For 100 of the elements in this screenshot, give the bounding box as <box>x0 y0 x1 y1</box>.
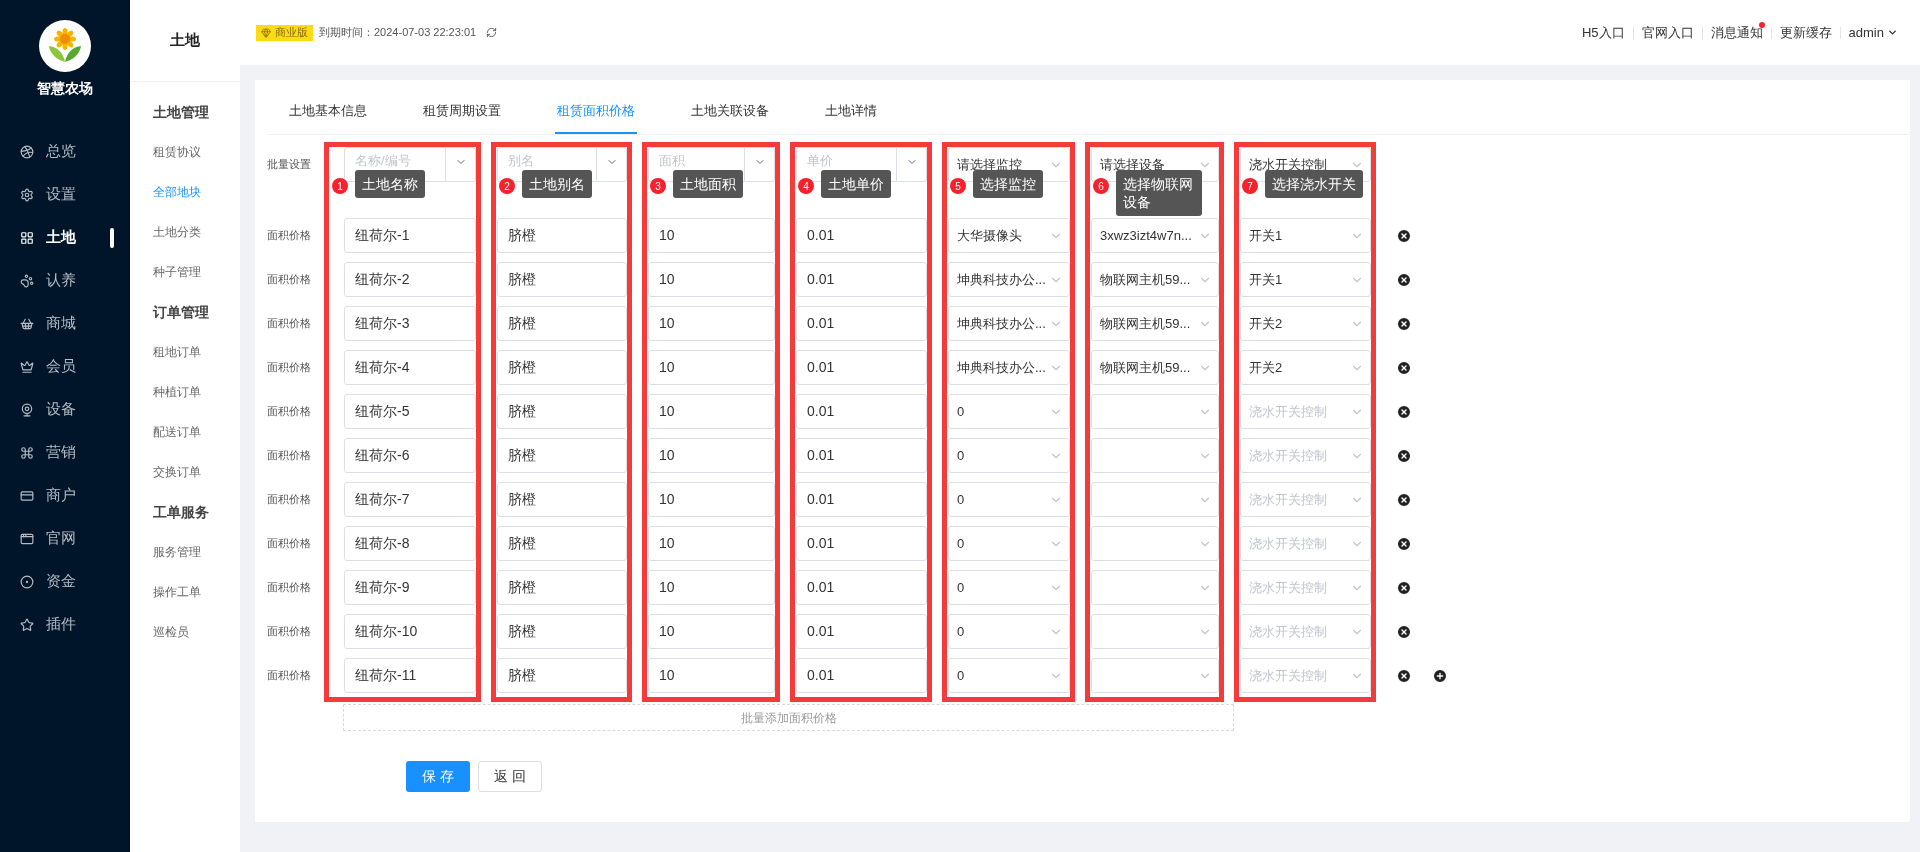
text-field[interactable]: 10 <box>648 438 775 473</box>
text-field[interactable]: 10 <box>648 482 775 517</box>
select-field[interactable] <box>1091 394 1219 429</box>
header-link[interactable]: 消息通知 <box>1702 22 1771 43</box>
text-field[interactable]: 10 <box>648 218 775 253</box>
text-field[interactable]: 0.01 <box>796 526 927 561</box>
nav-item[interactable]: 官网 <box>0 524 130 553</box>
text-field[interactable]: 纽荷尔-6 <box>344 438 476 473</box>
select-field[interactable]: 坤典科技办公... <box>948 350 1070 385</box>
text-field[interactable]: 0.01 <box>796 658 927 693</box>
nav-item[interactable]: 会员 <box>0 352 130 381</box>
text-field[interactable]: 10 <box>648 350 775 385</box>
text-field[interactable]: 10 <box>648 614 775 649</box>
select-field[interactable]: 坤典科技办公... <box>948 262 1070 297</box>
text-field[interactable]: 0.01 <box>796 570 927 605</box>
text-field[interactable]: 纽荷尔-4 <box>344 350 476 385</box>
back-button[interactable]: 返 回 <box>478 761 542 792</box>
delete-icon[interactable] <box>1396 447 1412 464</box>
nav-item[interactable]: 设备 <box>0 395 130 424</box>
text-field[interactable]: 10 <box>648 262 775 297</box>
delete-icon[interactable] <box>1396 359 1412 376</box>
nav-item[interactable]: 土地 <box>0 223 130 252</box>
select-field[interactable]: 物联网主机59... <box>1091 306 1219 341</box>
select-field[interactable]: 3xwz3izt4w7n... <box>1091 218 1219 253</box>
select-field[interactable]: 开关1 <box>1240 262 1371 297</box>
select-field[interactable] <box>1091 658 1219 693</box>
tab[interactable]: 租赁周期设置 <box>421 100 503 134</box>
text-field[interactable]: 0.01 <box>796 394 927 429</box>
nav-item[interactable]: 商户 <box>0 481 130 510</box>
text-field[interactable]: 脐橙 <box>497 570 627 605</box>
delete-icon[interactable] <box>1396 491 1412 508</box>
text-field[interactable]: 纽荷尔-10 <box>344 614 476 649</box>
select-field[interactable]: 物联网主机59... <box>1091 262 1219 297</box>
select-field[interactable]: 0 <box>948 482 1070 517</box>
sub-nav-item[interactable]: 租地订单 <box>153 332 240 372</box>
text-field[interactable]: 纽荷尔-1 <box>344 218 476 253</box>
tab[interactable]: 土地基本信息 <box>287 100 369 134</box>
delete-icon[interactable] <box>1396 579 1412 596</box>
text-field[interactable]: 脐橙 <box>497 262 627 297</box>
text-field[interactable]: 10 <box>648 394 775 429</box>
text-field[interactable]: 0.01 <box>796 438 927 473</box>
select-field[interactable]: 0 <box>948 394 1070 429</box>
delete-icon[interactable] <box>1396 403 1412 420</box>
text-field[interactable]: 脐橙 <box>497 218 627 253</box>
select-field[interactable] <box>1091 438 1219 473</box>
sub-nav-item[interactable]: 土地分类 <box>153 212 240 252</box>
select-field[interactable]: 0 <box>948 614 1070 649</box>
text-field[interactable]: 脐橙 <box>497 306 627 341</box>
select-field[interactable]: 0 <box>948 570 1070 605</box>
text-field[interactable]: 脐橙 <box>497 614 627 649</box>
text-field[interactable]: 0.01 <box>796 614 927 649</box>
nav-item[interactable]: 商城 <box>0 309 130 338</box>
text-field[interactable]: 0.01 <box>796 306 927 341</box>
select-field[interactable]: 0 <box>948 526 1070 561</box>
header-link[interactable]: H5入口 <box>1573 22 1633 43</box>
select-field[interactable]: 物联网主机59... <box>1091 350 1219 385</box>
text-field[interactable]: 0.01 <box>796 218 927 253</box>
tab[interactable]: 土地关联设备 <box>689 100 771 134</box>
select-field[interactable] <box>1091 570 1219 605</box>
text-field[interactable]: 脐橙 <box>497 482 627 517</box>
nav-item[interactable]: 插件 <box>0 610 130 639</box>
delete-icon[interactable] <box>1396 623 1412 640</box>
select-field[interactable]: 0 <box>948 438 1070 473</box>
sub-nav-item[interactable]: 服务管理 <box>153 532 240 572</box>
select-field[interactable] <box>1091 482 1219 517</box>
sub-nav-item[interactable]: 巡检员 <box>153 612 240 652</box>
header-link[interactable]: 官网入口 <box>1633 22 1702 43</box>
select-field[interactable]: 开关2 <box>1240 306 1371 341</box>
select-field[interactable] <box>1091 526 1219 561</box>
delete-icon[interactable] <box>1396 667 1412 684</box>
text-field[interactable]: 脐橙 <box>497 438 627 473</box>
text-field[interactable]: 0.01 <box>796 482 927 517</box>
select-field[interactable]: 开关1 <box>1240 218 1371 253</box>
delete-icon[interactable] <box>1396 315 1412 332</box>
text-field[interactable]: 10 <box>648 526 775 561</box>
delete-icon[interactable] <box>1396 535 1412 552</box>
add-icon[interactable] <box>1432 667 1448 684</box>
sub-nav-item[interactable]: 种植订单 <box>153 372 240 412</box>
nav-item[interactable]: 认养 <box>0 266 130 295</box>
tab[interactable]: 土地详情 <box>823 100 879 134</box>
sub-nav-item[interactable]: 配送订单 <box>153 412 240 452</box>
nav-item[interactable]: 营销 <box>0 438 130 467</box>
text-field[interactable]: 脐橙 <box>497 526 627 561</box>
text-field[interactable]: 纽荷尔-7 <box>344 482 476 517</box>
nav-item[interactable]: 资金 <box>0 567 130 596</box>
text-field[interactable]: 纽荷尔-8 <box>344 526 476 561</box>
text-field[interactable]: 纽荷尔-5 <box>344 394 476 429</box>
delete-icon[interactable] <box>1396 271 1412 288</box>
text-field[interactable]: 脐橙 <box>497 658 627 693</box>
select-field[interactable]: 开关2 <box>1240 350 1371 385</box>
text-field[interactable]: 脐橙 <box>497 394 627 429</box>
text-field[interactable]: 10 <box>648 306 775 341</box>
nav-item[interactable]: 设置 <box>0 180 130 209</box>
sub-nav-item[interactable]: 交换订单 <box>153 452 240 492</box>
text-field[interactable]: 10 <box>648 570 775 605</box>
select-field[interactable]: 0 <box>948 658 1070 693</box>
text-field[interactable]: 0.01 <box>796 262 927 297</box>
select-field[interactable]: 大华摄像头 <box>948 218 1070 253</box>
text-field[interactable]: 纽荷尔-2 <box>344 262 476 297</box>
text-field[interactable]: 纽荷尔-3 <box>344 306 476 341</box>
